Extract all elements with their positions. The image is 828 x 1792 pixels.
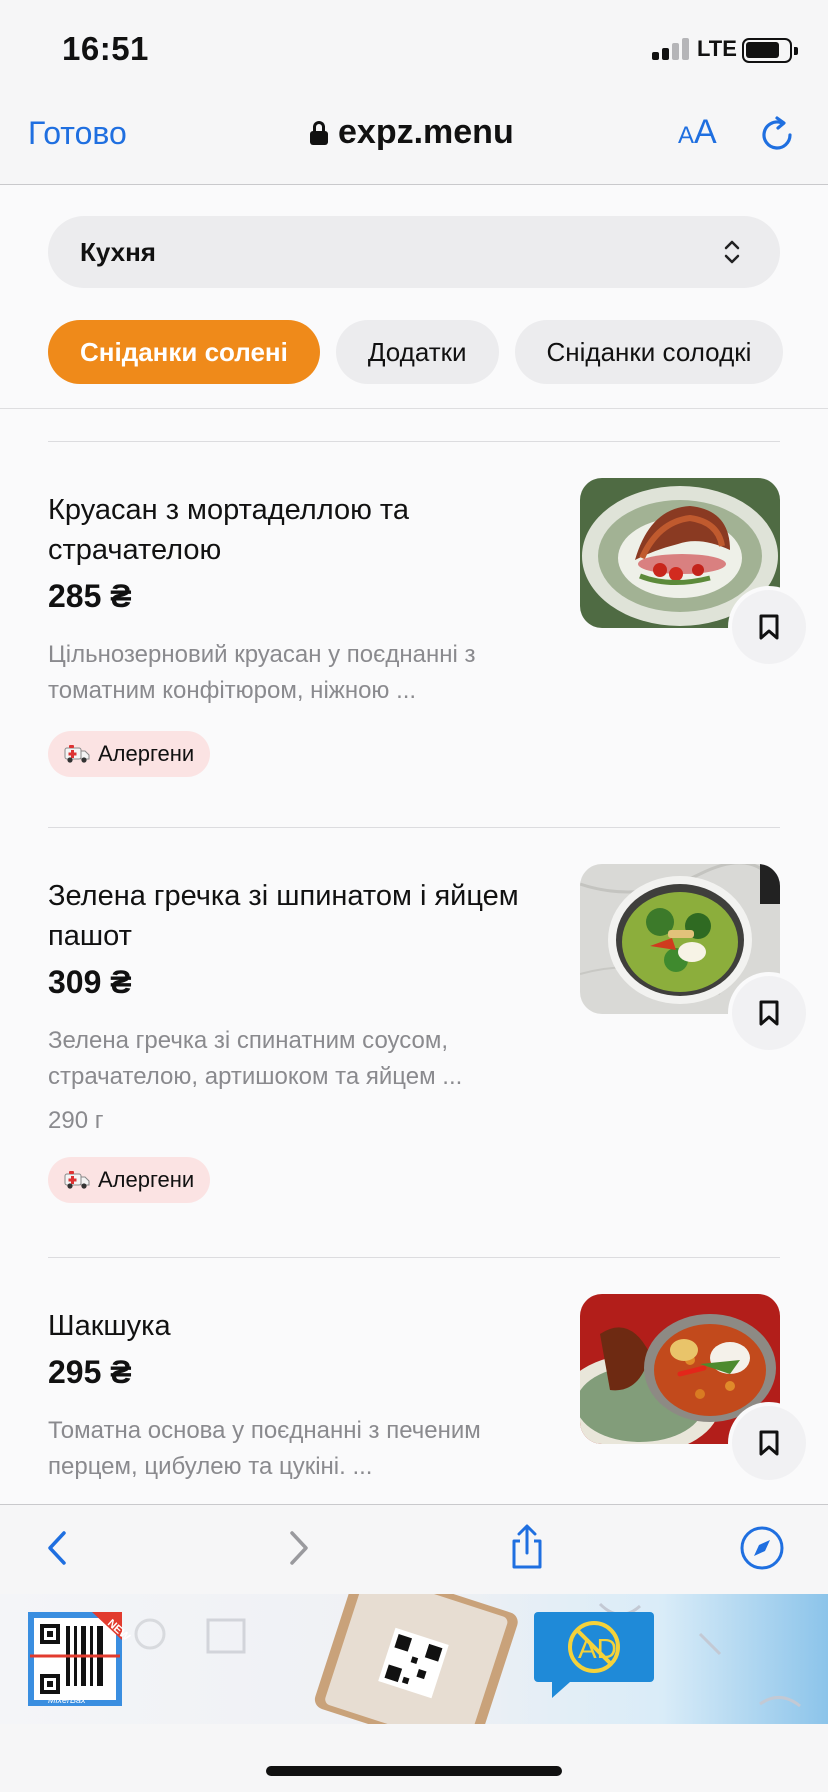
item-title: Круасан з мортаделлою та страчателою: [48, 494, 409, 566]
chip-sweet-breakfasts[interactable]: Сніданки солодкі: [514, 320, 784, 384]
battery-icon: [742, 38, 798, 63]
home-indicator-area: [0, 1724, 828, 1792]
done-button[interactable]: Готово: [28, 115, 127, 152]
bookmark-button[interactable]: [732, 976, 806, 1050]
chip-extras[interactable]: Додатки: [335, 320, 499, 384]
item-description: Зелена гречка зі спинатним соусом, страч…: [48, 1027, 463, 1090]
menu-item[interactable]: Круасан з мортаделлою та страчателою 285…: [48, 478, 806, 777]
cellular-signal-icon: [652, 38, 689, 60]
category-select[interactable]: Кухня: [48, 216, 780, 288]
item-divider: [48, 1257, 780, 1258]
text-size-large: A: [694, 113, 717, 151]
page-content: Кухня Сніданки солені Додатки Сніданки с…: [0, 186, 828, 1504]
address-bar[interactable]: expz.menu: [310, 113, 514, 152]
allergen-badge[interactable]: Алергени: [48, 1157, 211, 1203]
select-chevrons-icon: [724, 240, 740, 264]
bookmark-icon: [759, 1000, 779, 1026]
item-title: Зелена гречка зі шпинатом і яйцем пашот: [48, 880, 519, 952]
ad-brand: MixerBax: [48, 1695, 86, 1705]
item-title: Шакшука: [48, 1310, 171, 1342]
chips-divider: [0, 408, 828, 409]
item-description: Цільнозерновий круасан у поєднанні з том…: [48, 641, 476, 704]
bookmark-icon: [759, 614, 779, 640]
share-icon[interactable]: [502, 1523, 552, 1573]
compass-icon[interactable]: [737, 1523, 787, 1573]
browser-toolbar: [0, 1504, 828, 1594]
back-icon[interactable]: [34, 1523, 84, 1573]
status-bar: 16:51 LTE: [0, 0, 828, 95]
category-chips: Сніданки солені Додатки Сніданки солодкі: [48, 320, 784, 384]
forward-icon[interactable]: [272, 1523, 322, 1573]
url-text: expz.menu: [338, 113, 514, 151]
item-divider: [48, 441, 780, 442]
network-type: LTE: [697, 36, 737, 61]
ambulance-icon: [64, 745, 90, 763]
browser-nav-bar: Готово expz.menu AA: [0, 95, 828, 185]
chip-savory-breakfasts[interactable]: Сніданки солені: [48, 320, 320, 384]
item-weight: 290 г: [48, 1107, 104, 1134]
item-description: Томатна основа у поєднанні з печеним пер…: [48, 1417, 481, 1480]
bookmark-button[interactable]: [732, 590, 806, 664]
text-size-button[interactable]: AA: [678, 113, 717, 152]
text-size-small: A: [678, 122, 695, 149]
category-select-value: Кухня: [80, 237, 156, 267]
menu-item[interactable]: Зелена гречка зі шпинатом і яйцем пашот …: [48, 864, 806, 1203]
ambulance-icon: [64, 1171, 90, 1189]
item-divider: [48, 827, 780, 828]
menu-item[interactable]: Шакшука 295 ₴ Томатна основа у поєднанні…: [48, 1294, 806, 1485]
status-time: 16:51: [62, 30, 149, 67]
ad-artwork: NEW MixerBax AD: [28, 1594, 801, 1724]
allergen-label: Алергени: [98, 1167, 195, 1192]
home-indicator[interactable]: [266, 1766, 562, 1776]
lock-icon: [310, 120, 328, 145]
bookmark-button[interactable]: [732, 1406, 806, 1480]
bookmark-icon: [759, 1430, 779, 1456]
ad-banner[interactable]: NEW MixerBax AD: [0, 1594, 828, 1724]
allergen-label: Алергени: [98, 741, 195, 766]
reload-icon[interactable]: [757, 115, 797, 155]
allergen-badge[interactable]: Алергени: [48, 731, 211, 777]
